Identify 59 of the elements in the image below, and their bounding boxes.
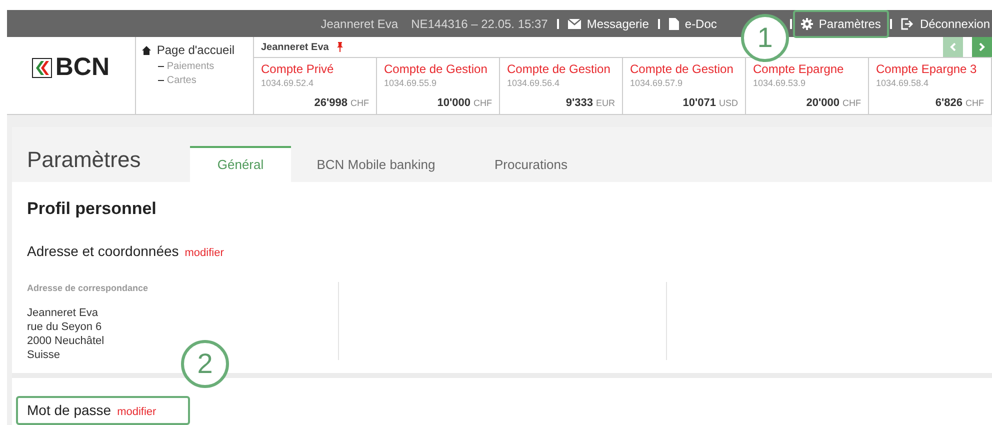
subsection-title: Adresse et coordonnées bbox=[27, 242, 179, 262]
mail-icon bbox=[568, 18, 581, 28]
subsection-title: Mot de passe bbox=[27, 401, 112, 420]
account-card[interactable]: Compte de Gestion 1034.69.56.4 9'333 EUR bbox=[500, 58, 623, 114]
home-icon bbox=[142, 46, 151, 54]
field-label: Adresse de correspondance bbox=[27, 282, 150, 296]
account-balance: 20'000 bbox=[806, 96, 840, 110]
account-number: 1034.69.52.4 bbox=[261, 77, 315, 89]
account-balance: 10'000 bbox=[437, 96, 470, 110]
account-card[interactable]: Compte de Gestion 1034.69.55.9 10'000 CHF bbox=[377, 58, 500, 114]
section-title: Profil personnel bbox=[27, 198, 158, 220]
account-card[interactable]: Compte Epargne 3 1034.69.58.4 6'826 CHF bbox=[869, 58, 992, 114]
account-name: Compte Epargne bbox=[753, 62, 845, 77]
edit-link[interactable]: modifier bbox=[184, 245, 224, 262]
account-owner: Jeanneret Eva bbox=[261, 40, 329, 54]
logo-text: BCN bbox=[55, 55, 110, 80]
account-card[interactable]: Compte Privé 1034.69.52.4 26'998 CHF bbox=[254, 58, 377, 114]
document-icon bbox=[668, 18, 679, 30]
page-title: Paramètres bbox=[27, 146, 142, 174]
currency-code: CHF bbox=[842, 96, 861, 110]
account-name: Compte Privé bbox=[261, 62, 335, 77]
currency-code: EUR bbox=[596, 96, 615, 110]
logout-icon bbox=[900, 18, 914, 30]
postal-address: Jeanneret Eva rue du Seyon 6 2000 Neuchâtel Suisse bbox=[27, 306, 106, 362]
account-card[interactable]: Compte de Gestion 1034.69.57.9 10'071 USD bbox=[623, 58, 746, 114]
top-link[interactable]: Déconnexion bbox=[900, 14, 990, 32]
account-number: 1034.69.56.4 bbox=[507, 77, 561, 89]
currency-code: CHF bbox=[474, 96, 492, 110]
chevron-left-icon bbox=[950, 43, 956, 51]
account-number: 1034.69.53.9 bbox=[753, 77, 807, 89]
chevron-logo-icon bbox=[32, 58, 52, 78]
bcn-logo[interactable]: BCN bbox=[32, 55, 110, 80]
tab[interactable]: BCN Mobile banking bbox=[291, 146, 461, 182]
account-number: 1034.69.55.9 bbox=[384, 77, 438, 89]
account-name: Compte de Gestion bbox=[630, 62, 734, 77]
account-balance: 9'333 bbox=[566, 96, 593, 110]
user-name: Jeanneret Eva bbox=[320, 16, 398, 32]
account-name: Compte Epargne 3 bbox=[876, 62, 978, 77]
tab[interactable]: Général bbox=[190, 146, 291, 182]
currency-code: USD bbox=[718, 96, 738, 110]
edit-link[interactable]: modifier bbox=[117, 404, 156, 420]
top-link[interactable]: Paramètres bbox=[792, 10, 889, 38]
account-balance: 10'071 bbox=[682, 96, 716, 110]
account-balance: 6'826 bbox=[935, 96, 962, 110]
currency-code: CHF bbox=[350, 96, 369, 110]
top-link[interactable]: Messagerie bbox=[568, 14, 649, 32]
chevron-right-icon bbox=[979, 43, 985, 51]
tab[interactable]: Procurations bbox=[461, 146, 601, 182]
account-number: 1034.69.57.9 bbox=[630, 77, 684, 89]
account-name: Compte de Gestion bbox=[384, 62, 488, 77]
home-link[interactable]: Page d'accueil bbox=[142, 41, 253, 59]
account-name: Compte de Gestion bbox=[507, 62, 612, 77]
session-info: NE144316 – 22.05. 15:37 bbox=[411, 16, 548, 32]
settings-icon bbox=[800, 18, 813, 30]
account-balance: 26'998 bbox=[314, 96, 348, 110]
top-link[interactable]: e-Doc bbox=[668, 14, 717, 32]
next-button[interactable] bbox=[972, 37, 992, 57]
currency-code: CHF bbox=[966, 96, 984, 110]
account-number: 1034.69.58.4 bbox=[876, 77, 930, 89]
